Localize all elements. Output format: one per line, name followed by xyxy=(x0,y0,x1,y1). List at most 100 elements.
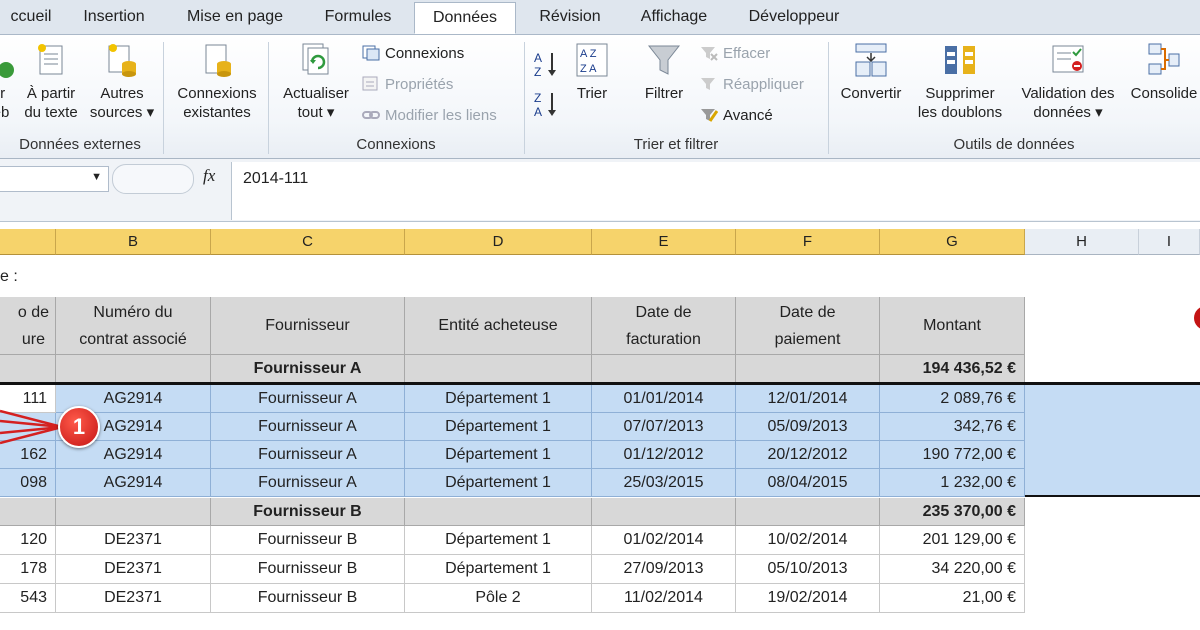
entity-cell[interactable]: Département 1 xyxy=(405,413,592,441)
invoice-number-cell[interactable]: 120 xyxy=(0,526,56,555)
group-b-name[interactable]: Fournisseur B xyxy=(211,498,405,526)
subtotal-cell[interactable] xyxy=(592,355,736,383)
amount-cell[interactable]: 201 129,00 € xyxy=(880,526,1025,555)
column-header-a[interactable] xyxy=(0,229,56,255)
tab-developpeur[interactable]: Développeur xyxy=(730,0,858,34)
amount-cell[interactable]: 2 089,76 € xyxy=(880,385,1025,413)
supplier-cell[interactable]: Fournisseur A xyxy=(211,469,405,497)
subtotal-cell[interactable] xyxy=(0,498,56,526)
invoice-date-cell[interactable]: 01/02/2014 xyxy=(592,526,736,555)
invoice-date-cell[interactable]: 27/09/2013 xyxy=(592,555,736,584)
remove-duplicates-button[interactable]: Supprimer les doublons xyxy=(908,42,1012,122)
payment-date-cell[interactable]: 20/12/2012 xyxy=(736,441,880,469)
group-b-total[interactable]: 235 370,00 € xyxy=(880,498,1025,526)
contract-cell[interactable]: AG2914 xyxy=(56,469,211,497)
existing-connections-button[interactable]: Connexions existantes xyxy=(170,42,264,122)
edit-links-button[interactable]: Modifier les liens xyxy=(362,105,497,127)
contract-cell[interactable]: DE2371 xyxy=(56,584,211,613)
contract-cell[interactable]: DE2371 xyxy=(56,555,211,584)
payment-date-cell[interactable]: 05/10/2013 xyxy=(736,555,880,584)
invoice-number-cell[interactable]: 178 xyxy=(0,555,56,584)
column-header-g[interactable]: G xyxy=(880,229,1025,255)
connections-button[interactable]: Connexions xyxy=(362,43,464,65)
name-box[interactable]: ▼ xyxy=(0,166,109,192)
consolidate-button[interactable]: Consolide xyxy=(1124,42,1200,103)
invoice-number-cell[interactable]: 098 xyxy=(0,469,56,497)
sort-ascending-icon: AZ xyxy=(534,51,556,79)
invoice-date-cell[interactable]: 07/07/2013 xyxy=(592,413,736,441)
tab-affichage[interactable]: Affichage xyxy=(626,0,722,34)
subtotal-cell[interactable] xyxy=(56,498,211,526)
contract-cell[interactable]: DE2371 xyxy=(56,526,211,555)
group-a-name[interactable]: Fournisseur A xyxy=(211,355,405,383)
column-header-c[interactable]: C xyxy=(211,229,405,255)
tab-mise-en-page[interactable]: Mise en page xyxy=(170,0,300,34)
invoice-date-cell[interactable]: 25/03/2015 xyxy=(592,469,736,497)
supplier-cell[interactable]: Fournisseur B xyxy=(211,584,405,613)
entity-cell[interactable]: Département 1 xyxy=(405,526,592,555)
sort-az-button[interactable]: AZ xyxy=(532,50,560,79)
column-header-i[interactable]: I xyxy=(1139,229,1200,255)
data-validation-button[interactable]: Validation des données ▾ xyxy=(1012,42,1124,122)
payment-date-cell[interactable]: 12/01/2014 xyxy=(736,385,880,413)
ribbon-web-button[interactable]: ir eb xyxy=(0,42,18,122)
subtotal-cell[interactable] xyxy=(405,355,592,383)
invoice-date-cell[interactable]: 01/01/2014 xyxy=(592,385,736,413)
column-header-f[interactable]: F xyxy=(736,229,880,255)
tab-revision[interactable]: Révision xyxy=(522,0,618,34)
column-header-b[interactable]: B xyxy=(56,229,211,255)
subtotal-cell[interactable] xyxy=(736,498,880,526)
text-to-columns-button[interactable]: Convertir xyxy=(834,42,908,103)
supplier-cell[interactable]: Fournisseur B xyxy=(211,555,405,584)
supplier-cell[interactable]: Fournisseur A xyxy=(211,413,405,441)
tab-accueil[interactable]: ccueil xyxy=(0,0,62,34)
subtotal-cell[interactable] xyxy=(56,355,211,383)
tab-insertion[interactable]: Insertion xyxy=(66,0,162,34)
advanced-filter-button[interactable]: Avancé xyxy=(700,105,773,127)
tab-donnees[interactable]: Données xyxy=(414,2,516,34)
refresh-all-button[interactable]: Actualiser tout ▾ xyxy=(276,42,356,122)
chevron-down-icon[interactable]: ▼ xyxy=(91,171,102,183)
clear-filter-button[interactable]: Effacer xyxy=(700,43,770,65)
formula-bar-splitter[interactable] xyxy=(112,164,194,194)
amount-cell[interactable]: 1 232,00 € xyxy=(880,469,1025,497)
subtotal-cell[interactable] xyxy=(0,355,56,383)
amount-cell[interactable]: 21,00 € xyxy=(880,584,1025,613)
invoice-date-cell[interactable]: 01/12/2012 xyxy=(592,441,736,469)
amount-cell[interactable]: 34 220,00 € xyxy=(880,555,1025,584)
supplier-cell[interactable]: Fournisseur A xyxy=(211,385,405,413)
column-headers: B C D E F G H I xyxy=(0,229,1200,256)
entity-cell[interactable]: Département 1 xyxy=(405,385,592,413)
payment-date-cell[interactable]: 19/02/2014 xyxy=(736,584,880,613)
payment-date-cell[interactable]: 05/09/2013 xyxy=(736,413,880,441)
entity-cell[interactable]: Département 1 xyxy=(405,441,592,469)
subtotal-cell[interactable] xyxy=(736,355,880,383)
amount-cell[interactable]: 342,76 € xyxy=(880,413,1025,441)
amount-cell[interactable]: 190 772,00 € xyxy=(880,441,1025,469)
tab-formules[interactable]: Formules xyxy=(306,0,410,34)
sort-za-button[interactable]: ZA xyxy=(532,90,560,119)
reapply-button[interactable]: Réappliquer xyxy=(700,74,804,96)
subtotal-cell[interactable] xyxy=(592,498,736,526)
entity-cell[interactable]: Département 1 xyxy=(405,555,592,584)
other-sources-button[interactable]: Autres sources ▾ xyxy=(86,42,158,122)
filter-button[interactable]: Filtrer xyxy=(636,42,692,103)
group-a-total[interactable]: 194 436,52 € xyxy=(880,355,1025,383)
entity-cell[interactable]: Pôle 2 xyxy=(405,584,592,613)
from-text-button[interactable]: À partir du texte xyxy=(18,42,84,122)
insert-function-icon[interactable]: fx xyxy=(203,166,215,186)
payment-date-cell[interactable]: 08/04/2015 xyxy=(736,469,880,497)
column-header-h[interactable]: H xyxy=(1025,229,1139,255)
supplier-cell[interactable]: Fournisseur B xyxy=(211,526,405,555)
properties-button[interactable]: Propriétés xyxy=(362,74,453,96)
column-header-e[interactable]: E xyxy=(592,229,736,255)
invoice-date-cell[interactable]: 11/02/2014 xyxy=(592,584,736,613)
payment-date-cell[interactable]: 10/02/2014 xyxy=(736,526,880,555)
formula-input[interactable]: 2014-111 xyxy=(231,162,1200,220)
entity-cell[interactable]: Département 1 xyxy=(405,469,592,497)
subtotal-cell[interactable] xyxy=(405,498,592,526)
column-header-d[interactable]: D xyxy=(405,229,592,255)
sort-button[interactable]: A Z Z A Trier xyxy=(566,42,618,103)
invoice-number-cell[interactable]: 543 xyxy=(0,584,56,613)
supplier-cell[interactable]: Fournisseur A xyxy=(211,441,405,469)
